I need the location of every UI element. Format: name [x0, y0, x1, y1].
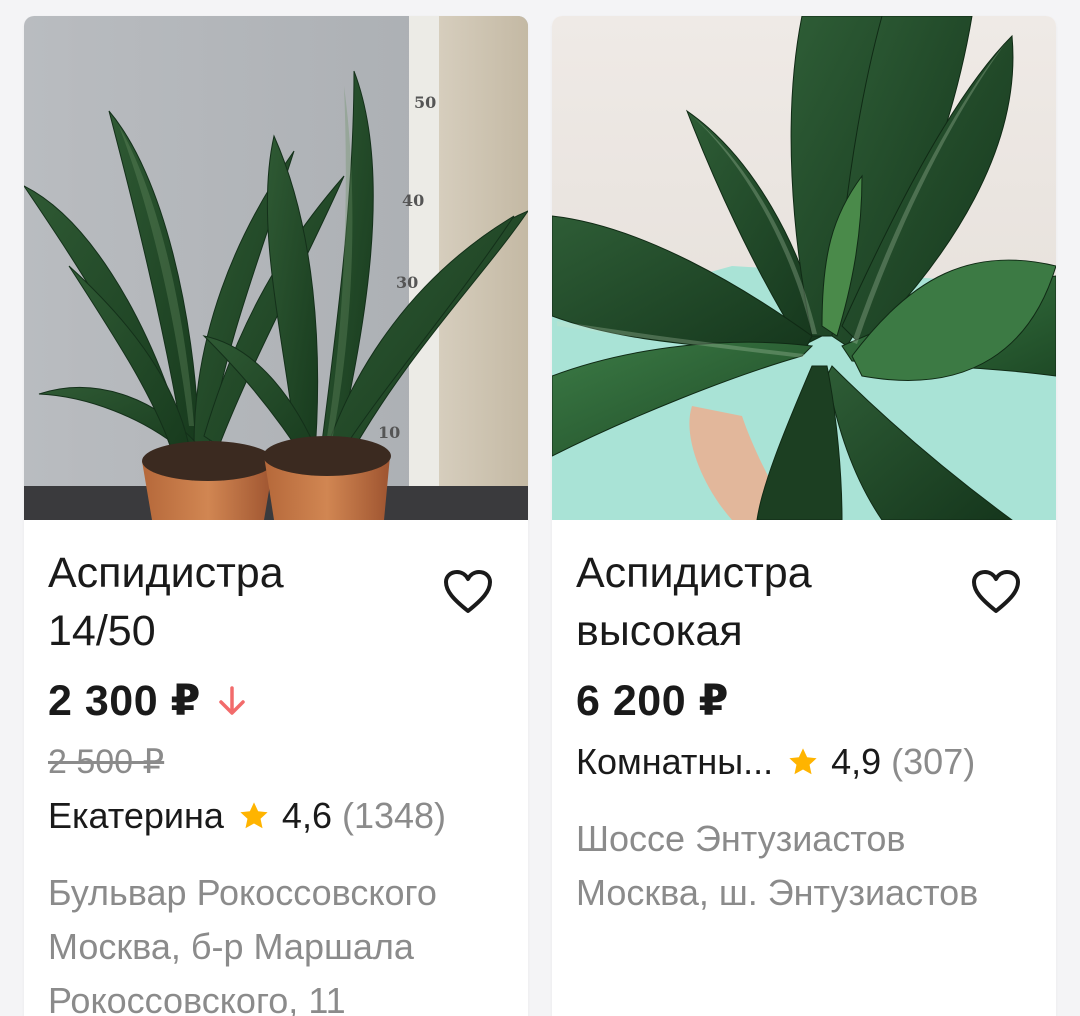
- listing-title[interactable]: Аспидистра 14/50: [48, 544, 428, 660]
- star-icon: [787, 746, 819, 778]
- title-line: Аспидистра: [576, 549, 812, 597]
- address: Шоссе Энтузиастов Москва, ш. Энтузиастов: [576, 812, 1036, 920]
- address-line: Москва, б-р Маршала: [48, 926, 414, 967]
- address-line: Рокоссовского, 11: [48, 980, 346, 1016]
- heart-outline-icon: [444, 570, 492, 613]
- arrow-down-icon: [215, 679, 249, 729]
- address-line: Шоссе Энтузиастов: [576, 818, 906, 859]
- title-line: высокая: [576, 607, 743, 655]
- plant-photo-image: 50 40 30 20 10: [24, 16, 528, 520]
- price: 6 200 ₽: [576, 676, 729, 726]
- listing-photo[interactable]: [552, 16, 1056, 520]
- rating-value: 4,6: [281, 795, 332, 836]
- address-line: Бульвар Рокоссовского: [48, 872, 437, 913]
- ruler-label: 30: [396, 273, 418, 292]
- old-price: 2 500 ₽: [48, 743, 165, 781]
- rating-value: 4,9: [831, 741, 882, 782]
- ruler-label: 10: [378, 423, 400, 442]
- ruler-label: 50: [414, 93, 436, 112]
- favorite-button[interactable]: [440, 564, 496, 620]
- seller-name: Екатерина: [48, 795, 224, 836]
- price-value: 6 200 ₽: [576, 677, 729, 725]
- seller-name: Комнатны...: [576, 741, 774, 782]
- favorite-button[interactable]: [968, 564, 1024, 620]
- address-line: Москва, ш. Энтузиастов: [576, 872, 979, 913]
- listing-card[interactable]: 50 40 30 20 10: [24, 16, 528, 1016]
- listing-card[interactable]: Аспидистра высокая 6 200 ₽ Комнатны... 4…: [552, 16, 1056, 1016]
- price-value: 2 300 ₽: [48, 677, 201, 725]
- ruler-label: 40: [402, 191, 424, 210]
- price: 2 300 ₽: [48, 676, 249, 729]
- seller-row[interactable]: Комнатны... 4,9 (307): [576, 740, 1032, 784]
- seller-row[interactable]: Екатерина 4,6 (1348): [48, 794, 504, 838]
- address: Бульвар Рокоссовского Москва, б-р Маршал…: [48, 866, 508, 1016]
- review-count: (307): [891, 741, 976, 782]
- review-count: (1348): [341, 795, 447, 836]
- listing-grid: 50 40 30 20 10: [0, 0, 1080, 1016]
- listing-title[interactable]: Аспидистра высокая: [576, 544, 956, 660]
- title-line: 14/50: [48, 607, 156, 655]
- star-icon: [238, 800, 270, 832]
- title-line: Аспидистра: [48, 549, 284, 597]
- listing-photo[interactable]: 50 40 30 20 10: [24, 16, 528, 520]
- heart-outline-icon: [972, 570, 1020, 613]
- plant-photo-image: [552, 16, 1056, 520]
